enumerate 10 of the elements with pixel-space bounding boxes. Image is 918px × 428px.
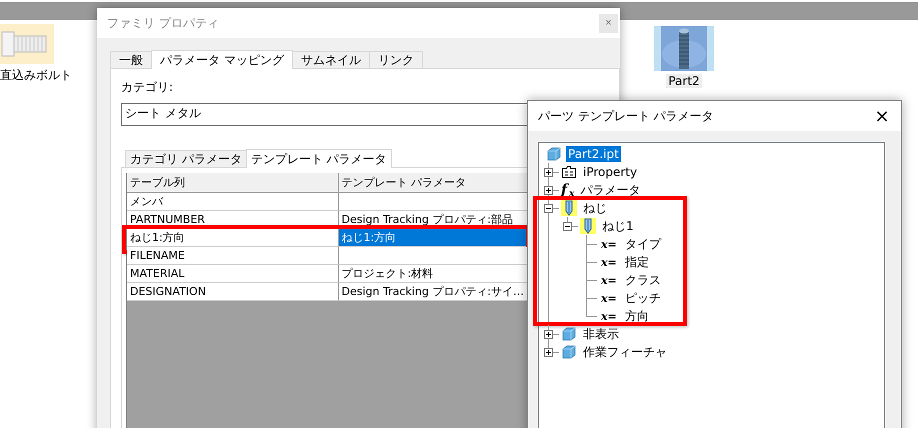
table-cell: MATERIAL <box>127 265 339 283</box>
table-cell: DESIGNATION <box>127 283 339 301</box>
window-title: ファミリ プロパティ <box>107 14 219 32</box>
symbol-icon: x= <box>601 310 617 322</box>
file-label: Part2 <box>666 74 702 88</box>
field-label: カテゴリ: <box>121 79 174 96</box>
file-label: 直込みボルト <box>0 67 73 84</box>
table-cell: メンバ <box>127 193 339 211</box>
table-cell: FILENAME <box>127 247 339 265</box>
table-cell: ねじ1:方向 <box>127 229 339 247</box>
